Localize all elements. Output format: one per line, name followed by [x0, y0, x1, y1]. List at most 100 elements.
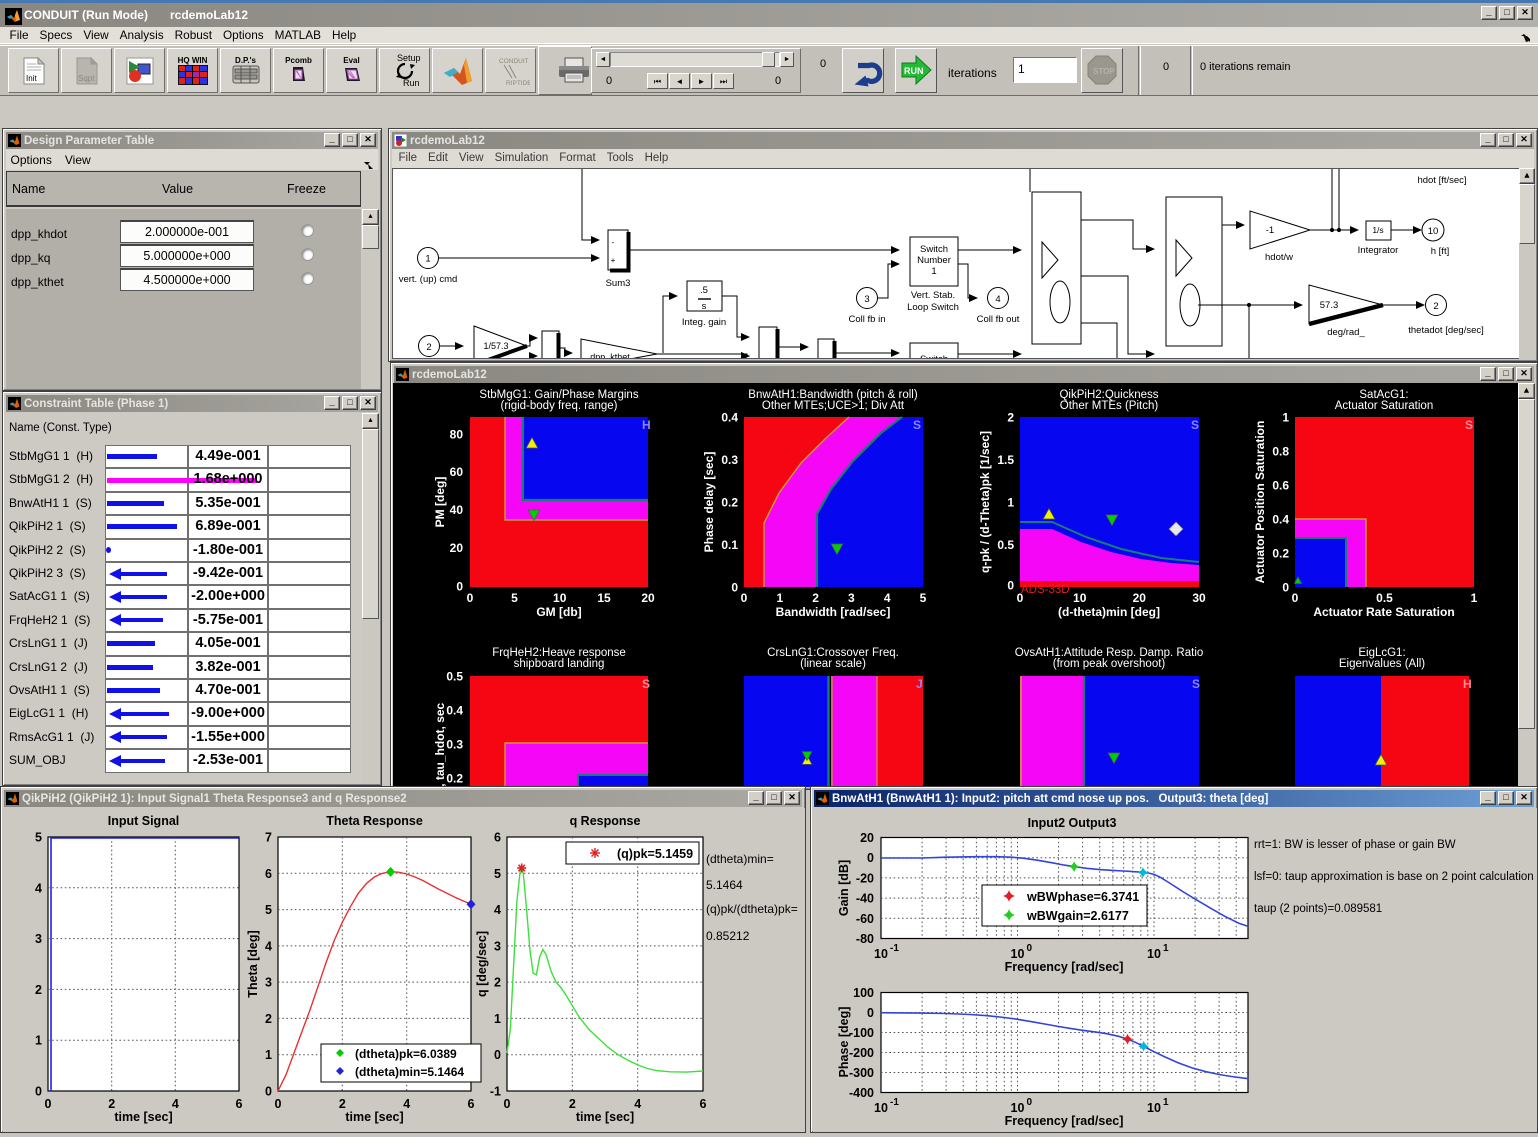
svg-text:0: 0: [731, 581, 738, 595]
svg-text:vert. (up) cmd: vert. (up) cmd: [399, 274, 458, 285]
svg-text:40: 40: [450, 503, 464, 517]
svg-text:57.3: 57.3: [1320, 300, 1339, 311]
svg-text:0: 0: [35, 1085, 42, 1099]
svg-text:3: 3: [864, 294, 869, 305]
svg-text:6: 6: [236, 1097, 243, 1111]
svg-text:5: 5: [265, 903, 272, 917]
svg-text:0.8: 0.8: [1272, 445, 1289, 459]
svg-text:0: 0: [494, 1048, 501, 1062]
svg-text:10: 10: [874, 1101, 888, 1115]
svg-text:Sqpt: Sqpt: [78, 74, 95, 83]
svg-text:5: 5: [920, 591, 927, 605]
svg-text:2: 2: [1007, 411, 1014, 425]
svg-text:4: 4: [265, 939, 272, 953]
svg-text:0.4: 0.4: [1272, 513, 1289, 527]
svg-text:shipboard landing: shipboard landing: [514, 658, 605, 670]
svg-text:10: 10: [1073, 591, 1087, 605]
svg-text:2: 2: [265, 1012, 272, 1026]
svg-text:5: 5: [35, 831, 42, 845]
svg-text:5: 5: [494, 867, 501, 881]
svg-text:15: 15: [597, 591, 611, 605]
svg-text:taup (2 points)=0.089581: taup (2 points)=0.089581: [1254, 903, 1382, 915]
svg-text:0.6: 0.6: [1272, 479, 1289, 493]
svg-text:RUN: RUN: [904, 66, 924, 76]
svg-text:wBWgain=2.6177: wBWgain=2.6177: [1026, 909, 1129, 923]
svg-text:0.2: 0.2: [1272, 547, 1289, 561]
svg-text:Input Signal: Input Signal: [108, 814, 180, 828]
svg-text:time [sec]: time [sec]: [576, 1110, 634, 1124]
svg-text:Loop Switch: Loop Switch: [907, 302, 959, 313]
svg-text:0: 0: [45, 1097, 52, 1111]
svg-text:4: 4: [634, 1097, 641, 1111]
svg-text:10: 10: [874, 947, 888, 961]
svg-text:S: S: [1465, 418, 1473, 432]
svg-text:deg/rad_: deg/rad_: [1327, 327, 1365, 338]
svg-text:1.5: 1.5: [997, 453, 1014, 467]
svg-text:thetadot [deg/sec]: thetadot [deg/sec]: [1408, 325, 1484, 336]
svg-text:Switch: Switch: [920, 354, 948, 359]
svg-text:0.5: 0.5: [997, 538, 1014, 552]
svg-text:Other MTEs;UCE>1; Div Att: Other MTEs;UCE>1; Div Att: [762, 400, 905, 412]
svg-text:+: +: [611, 256, 616, 265]
svg-text:S: S: [1192, 677, 1200, 691]
svg-text:q-pk / (d-Theta)pk [1/sec]: q-pk / (d-Theta)pk [1/sec]: [978, 431, 992, 573]
svg-text:60: 60: [450, 465, 464, 479]
svg-text:0: 0: [1007, 579, 1014, 593]
svg-text:2: 2: [108, 1097, 115, 1111]
svg-text:6: 6: [700, 1097, 707, 1111]
svg-text:(dtheta)min=5.1464: (dtheta)min=5.1464: [355, 1065, 464, 1079]
svg-text:Coll fb out: Coll fb out: [977, 314, 1020, 325]
svg-text:0: 0: [467, 591, 474, 605]
svg-text:-1: -1: [490, 1085, 501, 1099]
svg-text:1: 1: [494, 1012, 501, 1026]
svg-text:S: S: [642, 677, 650, 691]
svg-text:Coll fb in: Coll fb in: [849, 314, 886, 325]
svg-text:hdot [ft/sec]: hdot [ft/sec]: [1417, 175, 1466, 186]
svg-text:1: 1: [1282, 411, 1289, 425]
svg-text:H: H: [642, 418, 651, 432]
svg-text:q Response: q Response: [570, 814, 641, 828]
svg-text:-300: -300: [849, 1066, 874, 1080]
svg-text:-400: -400: [849, 1086, 874, 1100]
svg-text:0: 0: [275, 1097, 282, 1111]
svg-text:1: 1: [1007, 496, 1014, 510]
svg-text:1: 1: [35, 1034, 42, 1048]
svg-text:Frequency [rad/sec]: Frequency [rad/sec]: [1005, 960, 1124, 974]
svg-text:7: 7: [265, 831, 272, 845]
svg-text:Sum3: Sum3: [606, 278, 631, 289]
svg-text:(dtheta)min=: (dtheta)min=: [706, 852, 774, 866]
svg-text:0.3: 0.3: [446, 738, 463, 752]
svg-text:4: 4: [35, 881, 42, 895]
svg-text:0: 0: [1292, 591, 1299, 605]
svg-text:(q)pk=5.1459: (q)pk=5.1459: [617, 847, 693, 861]
svg-text:0.5: 0.5: [446, 670, 463, 684]
svg-text:2: 2: [812, 591, 819, 605]
svg-text:3: 3: [265, 976, 272, 990]
svg-text:0: 0: [867, 851, 874, 865]
svg-text:10: 10: [1011, 947, 1025, 961]
svg-text:dpp_kthet: dpp_kthet: [590, 352, 630, 359]
svg-text:Integrator: Integrator: [1358, 245, 1399, 256]
svg-text:(rigid-body freq. range): (rigid-body freq. range): [501, 400, 618, 412]
svg-text:(dtheta)pk=6.0389: (dtheta)pk=6.0389: [355, 1047, 457, 1061]
svg-text:(from peak overshoot): (from peak overshoot): [1053, 658, 1166, 670]
svg-text:20: 20: [860, 831, 874, 845]
svg-text:80: 80: [450, 427, 464, 441]
svg-text:Phase [deg]: Phase [deg]: [837, 1007, 851, 1078]
svg-text:0.4: 0.4: [446, 704, 463, 718]
svg-text:4: 4: [884, 591, 891, 605]
svg-text:-1: -1: [890, 943, 899, 954]
svg-text:2: 2: [494, 976, 501, 990]
svg-text:1: 1: [425, 254, 430, 265]
svg-text:6: 6: [265, 867, 272, 881]
svg-text:-80: -80: [856, 932, 874, 946]
svg-text:5.1464: 5.1464: [706, 878, 743, 892]
svg-text:20: 20: [641, 591, 655, 605]
svg-text:(linear scale): (linear scale): [800, 658, 866, 670]
svg-text:6: 6: [468, 1097, 475, 1111]
svg-text:(q)pk/(dtheta)pk=: (q)pk/(dtheta)pk=: [706, 902, 798, 916]
svg-text:0.2: 0.2: [446, 772, 463, 786]
svg-text:S: S: [1191, 418, 1199, 432]
svg-text:s: s: [702, 301, 707, 312]
svg-text:0: 0: [456, 580, 463, 594]
